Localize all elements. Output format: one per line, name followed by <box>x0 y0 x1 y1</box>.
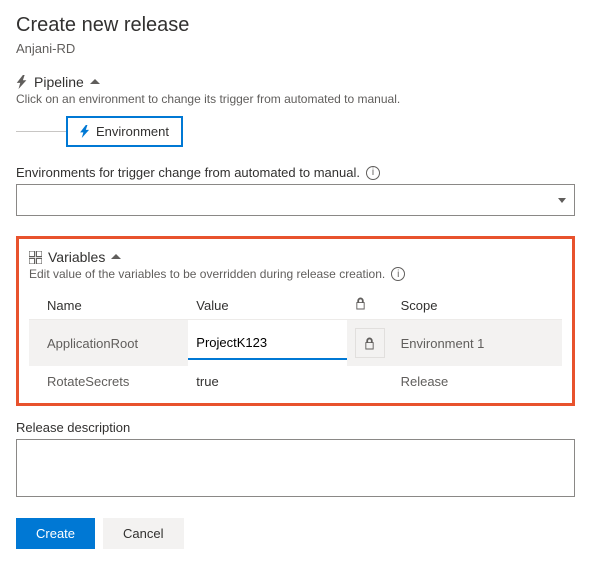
lightning-icon <box>16 75 28 89</box>
lock-button[interactable] <box>355 328 385 358</box>
table-row[interactable]: ApplicationRoot Environment 1 <box>29 320 562 367</box>
variables-section-header[interactable]: Variables <box>29 249 562 265</box>
env-selector-dropdown[interactable] <box>16 184 575 216</box>
pipeline-section-header[interactable]: Pipeline <box>16 74 575 90</box>
col-name: Name <box>29 291 188 320</box>
grid-icon <box>29 251 42 264</box>
chevron-up-icon <box>111 254 121 260</box>
var-scope: Release <box>393 366 562 397</box>
variables-table: Name Value Scope ApplicationRoot <box>29 291 562 397</box>
description-label: Release description <box>16 420 575 435</box>
col-scope: Scope <box>393 291 562 320</box>
pipeline-caption: Click on an environment to change its tr… <box>16 92 575 106</box>
var-value: true <box>188 366 346 397</box>
pipeline-stage[interactable]: Environment <box>66 116 183 147</box>
cancel-button[interactable]: Cancel <box>103 518 183 549</box>
lightning-icon <box>80 125 90 138</box>
description-textarea[interactable] <box>16 439 575 497</box>
chevron-down-icon <box>558 198 566 203</box>
create-button[interactable]: Create <box>16 518 95 549</box>
lock-icon <box>355 297 366 310</box>
release-definition-name: Anjani-RD <box>16 41 575 56</box>
button-row: Create Cancel <box>16 518 575 549</box>
flow-connector <box>16 131 66 132</box>
pipeline-header-label: Pipeline <box>34 74 84 90</box>
variables-header-label: Variables <box>48 249 105 265</box>
variables-section: Variables Edit value of the variables to… <box>16 236 575 406</box>
table-row[interactable]: RotateSecrets true Release <box>29 366 562 397</box>
info-icon[interactable]: i <box>391 267 405 281</box>
env-selector-label-row: Environments for trigger change from aut… <box>16 165 575 180</box>
lock-icon <box>364 337 375 350</box>
stage-label: Environment <box>96 124 169 139</box>
variables-caption: Edit value of the variables to be overri… <box>29 267 385 281</box>
pipeline-flow: Environment <box>16 116 575 147</box>
info-icon[interactable]: i <box>366 166 380 180</box>
var-value-cell <box>188 320 346 367</box>
var-scope: Environment 1 <box>393 320 562 367</box>
chevron-up-icon <box>90 79 100 85</box>
page-title: Create new release <box>16 14 575 37</box>
env-selector-label: Environments for trigger change from aut… <box>16 165 360 180</box>
col-value: Value <box>188 291 346 320</box>
col-lock <box>347 291 393 320</box>
var-name: ApplicationRoot <box>29 320 188 367</box>
var-value-input[interactable] <box>188 326 346 360</box>
var-name: RotateSecrets <box>29 366 188 397</box>
